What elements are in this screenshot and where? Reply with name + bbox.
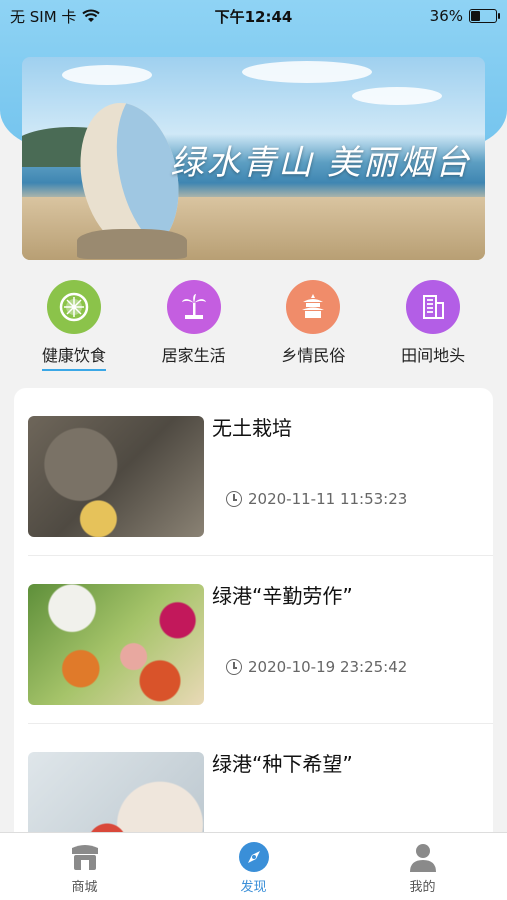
category-label: 健康饮食	[41, 342, 106, 371]
banner-headline: 绿水青山 美丽烟台	[170, 143, 471, 183]
category-folk-customs[interactable]: 乡情民俗	[263, 280, 363, 380]
cloud	[62, 65, 152, 85]
category-label: 田间地头	[401, 346, 466, 365]
battery-level	[471, 11, 481, 21]
category-label: 乡情民俗	[281, 346, 346, 365]
article-title: 绿港“种下希望”	[212, 752, 353, 776]
article-thumbnail	[28, 416, 204, 537]
tab-shop[interactable]: 商城	[25, 841, 145, 895]
rocks-shape	[77, 229, 187, 259]
status-bar: 无 SIM 卡 下午12:44 36%	[0, 0, 507, 32]
temple-icon	[286, 280, 341, 334]
article-list: 无土栽培 2020-11-11 11:53:23 绿港“辛勤劳作” 2020-1…	[14, 388, 493, 848]
compass-icon	[237, 841, 271, 873]
list-item[interactable]: 绿港“辛勤劳作” 2020-10-19 23:25:42	[28, 556, 493, 724]
tab-label: 我的	[409, 880, 436, 895]
tab-mine[interactable]: 我的	[363, 841, 483, 895]
user-icon	[406, 841, 440, 873]
wifi-icon	[82, 9, 101, 22]
article-time: 2020-10-19 23:25:42	[226, 658, 407, 676]
battery-percent: 36%	[429, 7, 463, 25]
clock-icon	[226, 659, 242, 675]
banner-image[interactable]: 绿水青山 美丽烟台	[22, 57, 485, 260]
list-item[interactable]: 无土栽培 2020-11-11 11:53:23	[28, 388, 493, 556]
article-title: 无土栽培	[212, 416, 292, 440]
article-thumbnail	[28, 584, 204, 705]
carrier-label: 无 SIM 卡	[10, 7, 77, 26]
category-home-life[interactable]: 居家生活	[144, 280, 244, 380]
building-icon	[406, 280, 461, 334]
tab-label: 发现	[240, 880, 267, 895]
article-time-text: 2020-10-19 23:25:42	[248, 658, 408, 676]
shop-icon	[68, 841, 102, 873]
tab-label: 商城	[71, 880, 98, 895]
category-healthy-diet[interactable]: 健康饮食	[24, 280, 124, 380]
cloud	[352, 87, 442, 105]
category-fields[interactable]: 田间地头	[383, 280, 483, 380]
category-nav: 健康饮食 居家生活 乡情民俗 田间地头	[0, 280, 507, 380]
article-time: 2020-11-11 11:53:23	[226, 490, 407, 508]
cloud	[242, 61, 372, 83]
list-item[interactable]: 绿港“种下希望”	[28, 724, 493, 848]
category-label: 居家生活	[161, 346, 226, 365]
article-title: 绿港“辛勤劳作”	[212, 584, 353, 608]
article-time-text: 2020-11-11 11:53:23	[248, 490, 408, 508]
battery-icon	[469, 9, 500, 23]
tab-discover[interactable]: 发现	[194, 841, 314, 895]
clock-icon	[226, 491, 242, 507]
bottom-tab-bar: 商城 发现 我的	[0, 832, 507, 900]
lime-icon	[46, 280, 101, 334]
palm-tree-icon	[166, 280, 221, 334]
